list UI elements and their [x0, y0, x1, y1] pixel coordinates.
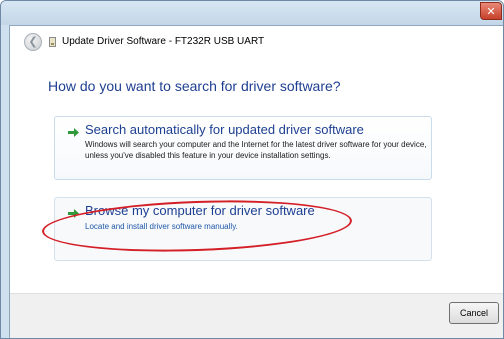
dialog-window: ✕ ❮ Update Driver Software - FT232R USB … — [0, 0, 504, 339]
search-automatically-option[interactable]: Search automatically for updated driver … — [54, 116, 432, 180]
window-title: Update Driver Software - FT232R USB UART — [62, 36, 265, 47]
back-button[interactable]: ❮ — [24, 33, 42, 51]
title-bar[interactable]: ✕ — [1, 1, 503, 25]
option-title: Browse my computer for driver software — [85, 203, 315, 218]
option-title: Search automatically for updated driver … — [85, 122, 364, 137]
option-description: Locate and install driver software manua… — [85, 222, 238, 231]
green-arrow-icon — [68, 128, 79, 137]
wizard-header: ❮ Update Driver Software - FT232R USB UA… — [10, 26, 503, 60]
back-arrow-icon: ❮ — [28, 35, 38, 48]
close-button[interactable]: ✕ — [480, 2, 502, 20]
dialog-footer: Cancel — [10, 293, 503, 338]
page-title: How do you want to search for driver sof… — [48, 78, 341, 94]
green-arrow-icon — [68, 209, 79, 218]
cancel-button[interactable]: Cancel — [449, 302, 499, 324]
browse-computer-option[interactable]: Browse my computer for driver software L… — [54, 197, 432, 261]
option-description: Windows will search your computer and th… — [85, 140, 427, 160]
close-icon: ✕ — [486, 4, 496, 18]
wizard-panel: ❮ Update Driver Software - FT232R USB UA… — [9, 25, 503, 338]
device-icon — [49, 37, 56, 47]
